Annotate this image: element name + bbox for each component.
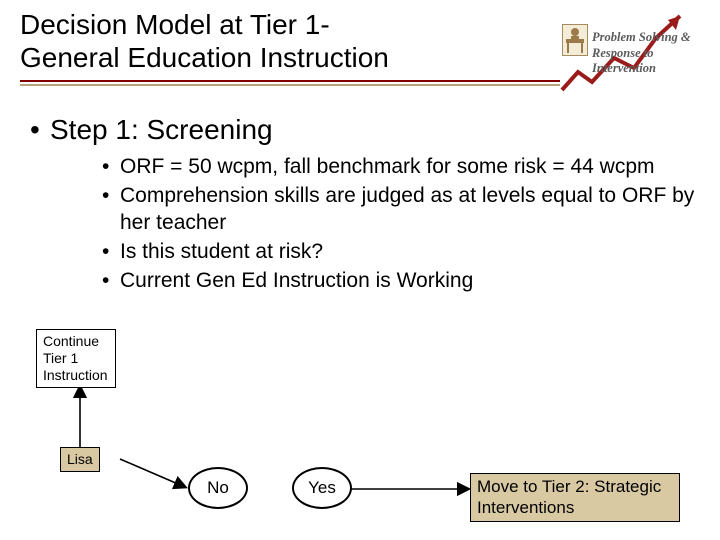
step-heading: •Step 1: Screening	[30, 114, 700, 146]
no-oval: No	[188, 467, 248, 509]
title-underline	[20, 80, 560, 86]
bullet-text: ORF = 50 wcpm, fall benchmark for some r…	[120, 154, 700, 180]
bullet-text: Is this student at risk?	[120, 239, 700, 265]
yes-text: Yes	[308, 478, 336, 498]
decision-diagram: Continue Tier 1 Instruction Lisa No Yes …	[20, 327, 700, 537]
move-tier2-text: Move to Tier 2: Strategic Interventions	[477, 477, 661, 517]
bullet-list: •ORF = 50 wcpm, fall benchmark for some …	[102, 154, 700, 294]
slide-title: Decision Model at Tier 1- General Educat…	[20, 8, 560, 74]
step-heading-text: Step 1: Screening	[50, 114, 273, 145]
bullet-text: Current Gen Ed Instruction is Working	[120, 268, 700, 294]
logo-text-2: Response to Intervention	[592, 46, 700, 77]
continue-box-text: Continue Tier 1 Instruction	[43, 333, 108, 383]
title-line-1: Decision Model at Tier 1-	[20, 9, 330, 40]
continue-box: Continue Tier 1 Instruction	[36, 329, 116, 388]
list-item: •Comprehension skills are judged as at l…	[102, 183, 700, 236]
list-item: •Current Gen Ed Instruction is Working	[102, 268, 700, 294]
title-line-2: General Education Instruction	[20, 42, 389, 73]
list-item: •ORF = 50 wcpm, fall benchmark for some …	[102, 154, 700, 180]
yes-oval: Yes	[292, 467, 352, 509]
lisa-box-text: Lisa	[67, 451, 93, 467]
header: Decision Model at Tier 1- General Educat…	[20, 8, 700, 98]
move-tier2-box: Move to Tier 2: Strategic Interventions	[470, 473, 680, 522]
content-area: •Step 1: Screening •ORF = 50 wcpm, fall …	[20, 114, 700, 294]
lisa-box: Lisa	[60, 447, 100, 472]
person-desk-icon	[562, 24, 588, 56]
no-text: No	[207, 478, 229, 498]
bullet-text: Comprehension skills are judged as at le…	[120, 183, 700, 236]
logo: Problem Solving & Response to Interventi…	[560, 8, 700, 98]
logo-text-1: Problem Solving &	[592, 30, 700, 46]
list-item: •Is this student at risk?	[102, 239, 700, 265]
